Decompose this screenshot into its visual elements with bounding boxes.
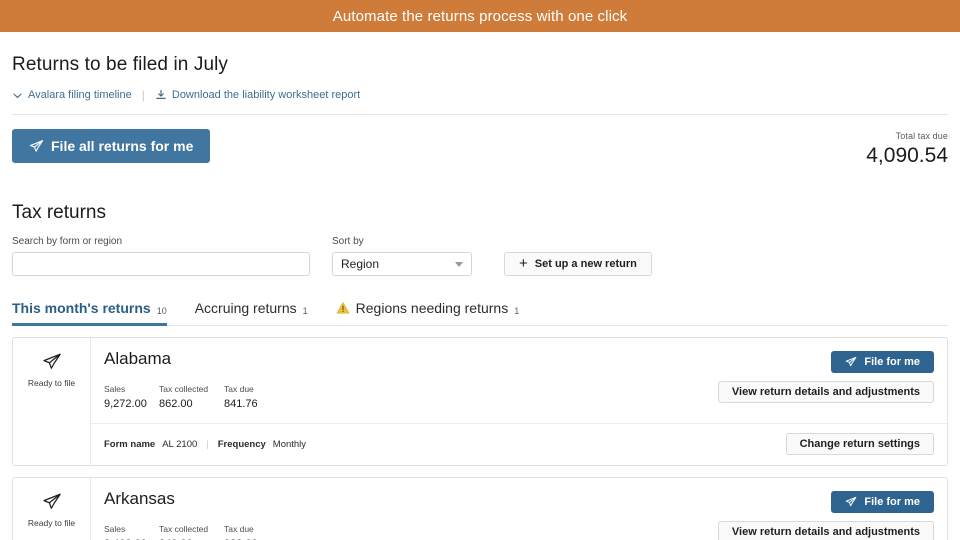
change-return-settings-button[interactable]: Change return settings (785, 433, 934, 455)
page-title: Returns to be filed in July (12, 54, 229, 75)
metric-sales-label: Sales (104, 524, 126, 534)
return-region-name: Arkansas (104, 489, 175, 508)
tab-this-months-returns[interactable]: This month's returns 10 (12, 300, 167, 326)
send-plane-icon (29, 139, 44, 154)
return-card: Ready to file Alabama Sales 9,272.00 Tax… (12, 337, 948, 466)
return-card-main: Arkansas Sales 3,402.00 Tax collected 34… (91, 478, 947, 540)
metric-tax-due: Tax due 333.00 (224, 524, 284, 540)
page-container: Returns to be filed in July Avalara fili… (0, 54, 960, 540)
promo-banner: Automate the returns process with one cl… (0, 0, 960, 32)
form-name-label: Form name (104, 438, 156, 450)
return-card-status-label: Ready to file (27, 518, 76, 528)
search-label: Search by form or region (12, 236, 123, 247)
download-icon (155, 89, 167, 101)
return-card-body: Alabama Sales 9,272.00 Tax collected 862… (91, 338, 947, 465)
metric-tax-collected-label: Tax collected (159, 524, 209, 534)
return-card: Ready to file Arkansas Sales 3,402.00 Ta… (12, 477, 948, 540)
returns-tabs: This month's returns 10 Accruing returns… (12, 300, 948, 326)
plus-icon: + (519, 254, 528, 272)
search-group: Search by form or region (12, 236, 310, 276)
file-for-me-button[interactable]: File for me (831, 351, 934, 373)
tab-regions-needing-returns-label: Regions needing returns (355, 300, 509, 316)
total-tax-due-value: 4,090.54 (866, 144, 948, 167)
file-for-me-label: File for me (864, 496, 920, 508)
tab-accruing-returns[interactable]: Accruing returns 1 (195, 300, 308, 325)
setup-new-return-button[interactable]: + Set up a new return (504, 252, 652, 276)
view-return-details-label: View return details and adjustments (731, 526, 920, 538)
action-row: File all returns for me Total tax due 4,… (12, 129, 948, 168)
header-links-row: Avalara filing timeline | Download the l… (12, 88, 948, 102)
sort-by-value: Region (341, 257, 380, 271)
chevron-down-icon (455, 261, 463, 267)
tax-returns-section-title: Tax returns (12, 202, 106, 223)
metric-tax-due-value: 841.76 (224, 398, 258, 410)
return-metrics: Sales 3,402.00 Tax collected 340.00 Tax … (104, 524, 284, 540)
return-card-info: Arkansas Sales 3,402.00 Tax collected 34… (104, 489, 284, 540)
links-separator: | (141, 88, 145, 102)
header-divider (12, 114, 948, 115)
frequency-value: Monthly (272, 438, 307, 450)
metric-sales-value: 9,272.00 (104, 398, 147, 410)
view-return-details-label: View return details and adjustments (731, 386, 920, 398)
chevron-down-icon (12, 90, 23, 101)
filter-controls-row: Search by form or region Sort by Region … (12, 236, 948, 276)
tab-this-months-returns-label: This month's returns (12, 300, 151, 316)
return-card-main: Alabama Sales 9,272.00 Tax collected 862… (91, 338, 947, 424)
return-card-actions: File for me View return details and adju… (717, 489, 934, 540)
setup-button-wrap: + Set up a new return (504, 252, 652, 276)
file-for-me-button[interactable]: File for me (831, 491, 934, 513)
metric-tax-collected: Tax collected 862.00 (159, 384, 224, 410)
sort-group: Sort by Region (332, 236, 472, 276)
tab-accruing-returns-count: 1 (302, 306, 308, 316)
avalara-filing-timeline-link[interactable]: Avalara filing timeline (12, 89, 132, 101)
sort-by-select[interactable]: Region (332, 252, 472, 276)
return-card-info: Alabama Sales 9,272.00 Tax collected 862… (104, 349, 284, 410)
total-tax-due-label: Total tax due (895, 131, 948, 141)
metric-tax-collected: Tax collected 340.00 (159, 524, 224, 540)
return-card-status-label: Ready to file (27, 378, 76, 388)
return-card-status: Ready to file (13, 478, 91, 540)
return-card-meta: Form name AL 2100 | Frequency Monthly (104, 439, 306, 450)
metric-tax-due-label: Tax due (224, 384, 254, 394)
metric-tax-collected-label: Tax collected (159, 384, 209, 394)
download-liability-worksheet-link[interactable]: Download the liability worksheet report (155, 89, 360, 101)
metric-sales: Sales 9,272.00 (104, 384, 159, 410)
meta-separator: | (206, 438, 209, 450)
change-return-settings-label: Change return settings (799, 438, 920, 450)
view-return-details-button[interactable]: View return details and adjustments (717, 521, 934, 540)
return-card-status: Ready to file (13, 338, 91, 465)
setup-new-return-label: Set up a new return (534, 258, 637, 270)
search-input[interactable] (12, 252, 310, 276)
return-metrics: Sales 9,272.00 Tax collected 862.00 Tax … (104, 384, 284, 410)
send-plane-icon (42, 352, 62, 372)
metric-sales-label: Sales (104, 384, 126, 394)
frequency-label: Frequency (217, 438, 266, 450)
file-all-returns-button[interactable]: File all returns for me (12, 129, 211, 163)
return-card-footer: Form name AL 2100 | Frequency Monthly Ch… (91, 424, 947, 465)
tab-regions-needing-returns[interactable]: Regions needing returns 1 (336, 300, 520, 325)
promo-banner-text: Automate the returns process with one cl… (332, 7, 628, 25)
view-return-details-button[interactable]: View return details and adjustments (717, 381, 934, 403)
metric-tax-due: Tax due 841.76 (224, 384, 284, 410)
return-card-body: Arkansas Sales 3,402.00 Tax collected 34… (91, 478, 947, 540)
send-plane-icon (845, 496, 857, 508)
file-all-returns-label: File all returns for me (51, 138, 194, 154)
warning-triangle-icon (336, 301, 350, 315)
tab-accruing-returns-label: Accruing returns (194, 300, 297, 316)
sort-by-label: Sort by (332, 236, 364, 247)
tab-regions-needing-returns-count: 1 (514, 306, 520, 316)
send-plane-icon (845, 356, 857, 368)
send-plane-icon (42, 492, 62, 512)
avalara-filing-timeline-label: Avalara filing timeline (28, 89, 132, 101)
metric-tax-due-label: Tax due (224, 524, 254, 534)
file-for-me-label: File for me (864, 356, 920, 368)
total-tax-due-block: Total tax due 4,090.54 (866, 129, 948, 168)
return-region-name: Alabama (104, 349, 172, 368)
tab-this-months-returns-count: 10 (156, 306, 167, 316)
return-card-actions: File for me View return details and adju… (717, 349, 934, 410)
metric-sales: Sales 3,402.00 (104, 524, 159, 540)
download-liability-worksheet-label: Download the liability worksheet report (171, 89, 361, 101)
metric-tax-collected-value: 862.00 (159, 398, 193, 410)
form-name-value: AL 2100 (162, 438, 198, 450)
